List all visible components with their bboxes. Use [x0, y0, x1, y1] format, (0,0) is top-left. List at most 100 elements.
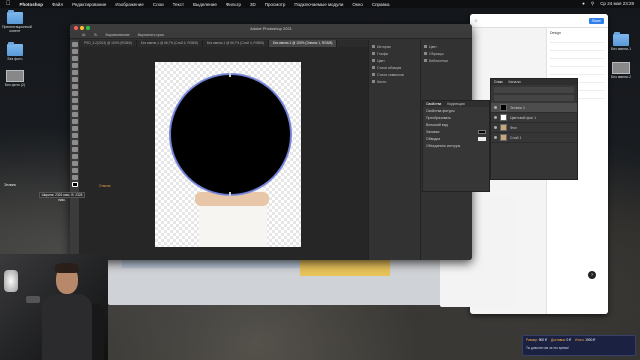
tab-channels[interactable]: Каналы	[509, 80, 521, 84]
path-anchor-handle[interactable]	[229, 192, 231, 196]
stamp-tool-icon[interactable]	[71, 98, 78, 103]
doc-tab[interactable]: Без имени-1 @ 66,7% (Слой 4, RGB/8)	[203, 40, 270, 47]
maximize-icon[interactable]	[86, 26, 90, 30]
menu-help[interactable]: Справка	[372, 2, 390, 7]
person-hair	[55, 263, 79, 273]
menu-layers[interactable]: Слои	[153, 2, 164, 7]
desktop-file[interactable]: Без фото (2)	[2, 70, 28, 87]
desktop-folder[interactable]: Без фото	[2, 42, 28, 61]
doc-tab[interactable]: Без имени-1 @ 66,7% (Слой 4, RGB/8)	[137, 40, 203, 47]
prop-transform[interactable]: Преобразовать	[423, 114, 489, 121]
prop-combine-paths[interactable]: Объединить контуры	[423, 142, 489, 149]
option-width[interactable]: Ш:	[82, 33, 86, 37]
lamp-icon	[4, 270, 18, 292]
menu-image[interactable]: Изображение	[115, 2, 143, 7]
menu-text[interactable]: Текст	[173, 2, 184, 7]
eye-icon[interactable]	[494, 136, 497, 139]
menu-window[interactable]: Окно	[352, 2, 362, 7]
quick-select-tool-icon[interactable]	[71, 63, 78, 68]
panel-character-styles[interactable]: Стили символов	[372, 71, 417, 78]
menu-view[interactable]: Просмотр	[265, 2, 286, 7]
photoshop-window[interactable]: Adobe Photoshop 2021 Ш: В: Выравнивание …	[70, 24, 472, 260]
eyedropper-tool-icon[interactable]	[71, 77, 78, 82]
prop-stroke-row[interactable]: Обводка	[423, 135, 489, 142]
minimize-icon[interactable]	[80, 26, 84, 30]
blur-tool-icon[interactable]	[71, 126, 78, 131]
path-select-tool-icon[interactable]	[71, 154, 78, 159]
tab-properties[interactable]: Свойства	[426, 102, 441, 106]
panel-history[interactable]: История	[372, 43, 417, 50]
apple-icon[interactable]: 	[6, 1, 11, 7]
dodge-tool-icon[interactable]	[71, 133, 78, 138]
option-align-edges[interactable]: Выровнять края	[138, 33, 164, 37]
menu-filter[interactable]: Фильтр	[226, 2, 241, 7]
hand-tool-icon[interactable]	[71, 168, 78, 173]
close-icon[interactable]	[74, 26, 78, 30]
document-tabs: PSD_3-2(2023) @ 100% (RGB/8) Без имени-1…	[80, 40, 368, 47]
document-canvas[interactable]	[155, 62, 301, 247]
crop-tool-icon[interactable]	[71, 70, 78, 75]
marquee-tool-icon[interactable]	[71, 49, 78, 54]
history-brush-tool-icon[interactable]	[71, 105, 78, 110]
panel-brushes[interactable]: Кисти	[372, 78, 417, 85]
help-icon[interactable]: ?	[588, 271, 596, 279]
option-height[interactable]: В:	[94, 33, 97, 37]
layer-name: Эллипс 1	[510, 105, 526, 110]
panel-glyphs[interactable]: Глифы	[372, 50, 417, 57]
menu-file[interactable]: Файл	[52, 2, 63, 7]
desktop-folder[interactable]: Без имени-1	[608, 32, 634, 51]
ellipse-shape[interactable]	[169, 73, 292, 196]
eraser-tool-icon[interactable]	[71, 112, 78, 117]
cancel-label[interactable]: Отмена	[99, 184, 110, 188]
prop-fill-row[interactable]: Заливка	[423, 128, 489, 135]
path-anchor-handle[interactable]	[229, 73, 231, 77]
eye-icon[interactable]	[494, 126, 497, 129]
menu-select[interactable]: Выделение	[193, 2, 217, 7]
pen-tool-icon[interactable]	[71, 140, 78, 145]
menu-app-name[interactable]: Photoshop	[20, 2, 44, 7]
shape-tool-icon[interactable]	[71, 161, 78, 166]
blend-mode-select[interactable]	[494, 95, 574, 101]
stroke-swatch[interactable]	[478, 136, 486, 141]
share-button[interactable]: Share	[588, 17, 604, 24]
panel-paragraph-styles[interactable]: Стили абзацев	[372, 64, 417, 71]
fill-swatch[interactable]	[478, 129, 486, 134]
panel-color-b[interactable]: Цвет	[424, 43, 469, 50]
doc-tab-active[interactable]: Без имени-1 @ 100% (Эллипс 1, RGB/8)	[269, 40, 338, 47]
figma-logo-icon[interactable]: ◆	[474, 18, 478, 24]
menu-plugins[interactable]: Подключаемые модули	[294, 2, 343, 7]
type-tool-icon[interactable]	[71, 147, 78, 152]
panel-swatches[interactable]: Образцы	[424, 50, 469, 57]
move-tool-icon[interactable]	[71, 42, 78, 47]
canvas-area[interactable]	[80, 47, 368, 260]
eye-icon[interactable]	[494, 116, 497, 119]
option-align[interactable]: Выравнивание	[106, 33, 130, 37]
menu-3d[interactable]: 3D	[250, 2, 256, 7]
tab-adjustments[interactable]: Коррекция	[447, 102, 464, 106]
layers-panel[interactable]: Слои Каналы Эллипс 1 Цветовой фон 1 Фон …	[490, 78, 578, 180]
lasso-tool-icon[interactable]	[71, 56, 78, 61]
character-icon	[372, 73, 375, 76]
doc-tab[interactable]: PSD_3-2(2023) @ 100% (RGB/8)	[80, 40, 137, 47]
panel-libraries[interactable]: Библиотеки	[424, 57, 469, 64]
desktop-folder[interactable]: Пресентационный клиент	[2, 10, 32, 33]
search-icon[interactable]: ⚲	[591, 1, 594, 7]
desktop-file[interactable]: Без имени-2	[608, 62, 634, 79]
eye-icon[interactable]	[494, 106, 497, 109]
layer-row[interactable]: Эллипс 1	[491, 103, 577, 113]
layer-row[interactable]: Слой 1	[491, 133, 577, 143]
properties-panel[interactable]: Свойства Коррекция Свойства фигуры Преоб…	[422, 100, 490, 192]
brush-tool-icon[interactable]	[71, 91, 78, 96]
panel-color[interactable]: Цвет	[372, 57, 417, 64]
clock[interactable]: Ср 24 мая 23:28	[600, 1, 634, 7]
wifi-icon[interactable]: ●	[582, 1, 585, 7]
menu-edit[interactable]: Редактирование	[72, 2, 106, 7]
layer-filter-bar[interactable]	[494, 87, 574, 93]
layer-row[interactable]: Цветовой фон 1	[491, 113, 577, 123]
zoom-tool-icon[interactable]	[71, 175, 78, 180]
layer-row[interactable]: Фон	[491, 123, 577, 133]
foreground-color-icon[interactable]	[71, 182, 78, 187]
tab-layers[interactable]: Слои	[494, 80, 503, 84]
gradient-tool-icon[interactable]	[71, 119, 78, 124]
healing-tool-icon[interactable]	[71, 84, 78, 89]
